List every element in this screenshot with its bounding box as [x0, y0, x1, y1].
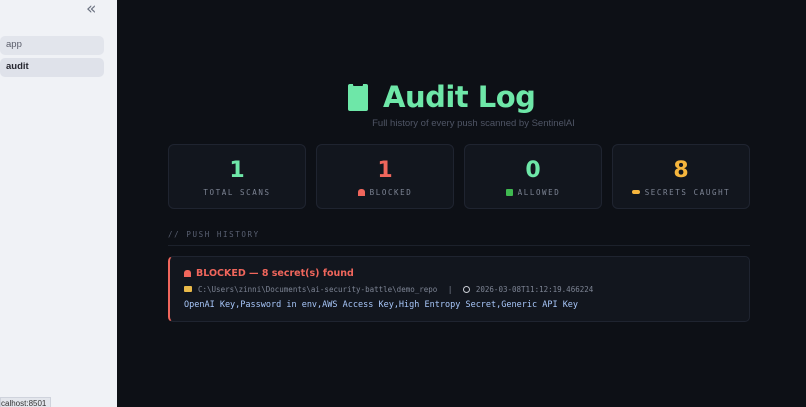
key-icon	[631, 190, 640, 194]
stat-value: 0	[525, 158, 541, 183]
entry-meta: C:\Users\zinni\Documents\ai-security-bat…	[184, 285, 593, 294]
collapse-sidebar-icon[interactable]: «	[86, 0, 97, 19]
stat-value: 1	[377, 158, 393, 183]
divider	[168, 245, 750, 246]
page-subtitle: Full history of every push scanned by Se…	[372, 118, 575, 129]
folder-icon	[184, 286, 192, 292]
entry-path: C:\Users\zinni\Documents\ai-security-bat…	[198, 285, 438, 294]
history-entry: BLOCKED — 8 secret(s) found C:\Users\zin…	[168, 256, 750, 322]
sidebar-item-app[interactable]: app	[0, 36, 104, 55]
page-header: Audit Log	[348, 80, 536, 114]
stat-card-secrets-caught: 8 SECRETS CAUGHT	[612, 144, 750, 209]
sidebar: « app audit calhost:8501	[0, 0, 117, 407]
siren-icon	[184, 270, 191, 277]
stat-label: SECRETS CAUGHT	[613, 188, 749, 197]
stat-card-total-scans: 1 TOTAL SCANS	[168, 144, 306, 209]
page-title: Audit Log	[383, 80, 536, 114]
main-content: Audit Log Full history of every push sca…	[117, 0, 806, 407]
siren-icon	[357, 189, 365, 196]
entry-status: BLOCKED — 8 secret(s) found	[184, 268, 354, 279]
stat-label: BLOCKED	[317, 188, 453, 197]
check-icon	[505, 189, 513, 196]
section-label-push-history: // PUSH HISTORY	[168, 230, 260, 239]
stat-value: 1	[229, 158, 245, 183]
meta-separator: |	[447, 285, 453, 294]
stat-value: 8	[673, 158, 689, 183]
sidebar-item-audit[interactable]: audit	[0, 58, 104, 77]
stat-card-blocked: 1 BLOCKED	[316, 144, 454, 209]
clock-icon	[462, 286, 470, 293]
status-url: calhost:8501	[0, 397, 52, 407]
stat-label: ALLOWED	[465, 188, 601, 197]
clipboard-icon	[348, 81, 368, 111]
stat-label: TOTAL SCANS	[203, 188, 271, 197]
entry-timestamp: 2026-03-08T11:12:19.466224	[475, 285, 594, 294]
entry-secret-types: OpenAI Key,Password in env,AWS Access Ke…	[184, 300, 579, 310]
stat-card-allowed: 0 ALLOWED	[464, 144, 602, 209]
